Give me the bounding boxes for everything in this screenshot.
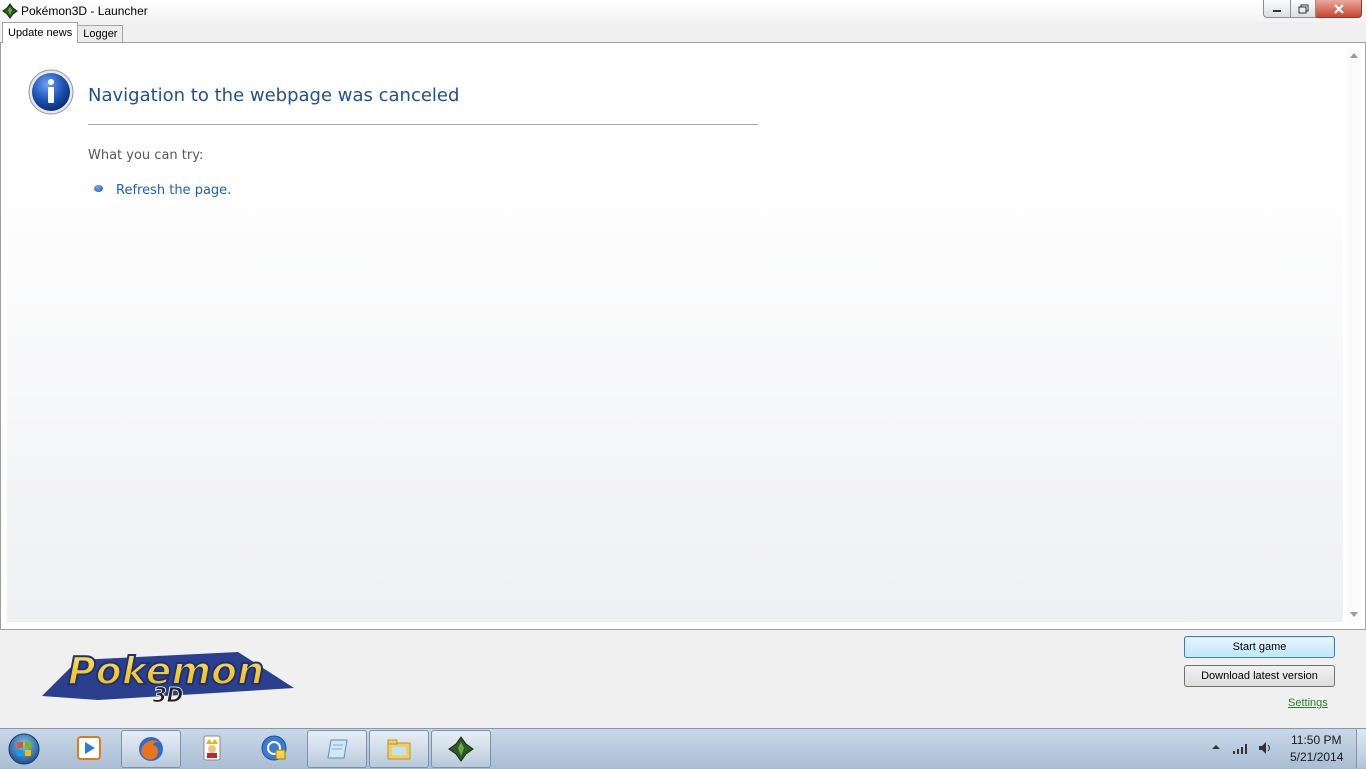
tab-update-news[interactable]: Update news bbox=[2, 22, 79, 43]
firefox-icon bbox=[139, 737, 163, 761]
file-explorer-icon bbox=[387, 739, 411, 760]
taskbar bbox=[0, 728, 1366, 769]
restore-button[interactable] bbox=[1291, 0, 1316, 18]
volume-icon[interactable] bbox=[1257, 740, 1273, 756]
close-button[interactable] bbox=[1316, 0, 1362, 18]
notepad-icon bbox=[327, 739, 348, 759]
tab-logger[interactable]: Logger bbox=[77, 25, 124, 43]
taskbar-notepad[interactable] bbox=[307, 730, 367, 768]
restore-icon bbox=[1298, 4, 1308, 13]
taskbar-pokemon3d[interactable] bbox=[431, 730, 491, 768]
window-title: Pokémon3D - Launcher bbox=[21, 4, 148, 18]
close-icon bbox=[1333, 3, 1344, 14]
pokemon-3d-logo: Pokemon 3D bbox=[42, 648, 294, 706]
try-label: What you can try: bbox=[88, 148, 204, 163]
taskbar-file-explorer[interactable] bbox=[369, 730, 429, 768]
tab-strip: Update news Logger bbox=[2, 22, 124, 43]
minimize-icon bbox=[1273, 9, 1281, 12]
logo-3d: 3D bbox=[153, 683, 184, 706]
scroll-down-icon[interactable] bbox=[1350, 612, 1358, 617]
start-button[interactable] bbox=[6, 732, 42, 766]
vertical-scrollbar[interactable] bbox=[1347, 48, 1361, 622]
bullet-icon bbox=[94, 185, 103, 192]
network-signal-icon[interactable] bbox=[1232, 741, 1250, 755]
scroll-up-icon[interactable] bbox=[1350, 53, 1358, 58]
heading-divider bbox=[88, 124, 758, 125]
taskbar-media-player[interactable] bbox=[60, 730, 118, 766]
info-icon bbox=[28, 69, 74, 115]
download-latest-version-button[interactable]: Download latest version bbox=[1184, 665, 1335, 687]
show-desktop-button[interactable] bbox=[1356, 729, 1366, 768]
taskbar-card-game[interactable] bbox=[183, 730, 241, 766]
refresh-page-link[interactable]: Refresh the page. bbox=[116, 183, 231, 198]
pokemon3d-icon bbox=[448, 736, 474, 762]
show-hidden-icons-icon[interactable] bbox=[1211, 742, 1221, 752]
taskbar-network-center[interactable] bbox=[245, 730, 303, 766]
update-news-panel: Navigation to the webpage was canceled W… bbox=[0, 42, 1366, 630]
error-heading: Navigation to the webpage was canceled bbox=[88, 85, 460, 106]
minimize-button[interactable] bbox=[1263, 0, 1291, 18]
clock-date[interactable]: 5/21/2014 bbox=[1290, 750, 1343, 764]
media-player-icon bbox=[77, 736, 101, 760]
title-bar: Pokémon3D - Launcher bbox=[0, 0, 1366, 22]
king-card-icon bbox=[203, 735, 221, 761]
pokemon3d-app-icon bbox=[2, 3, 18, 19]
settings-link[interactable]: Settings bbox=[1288, 697, 1328, 709]
network-center-icon bbox=[261, 735, 287, 761]
clock-time[interactable]: 11:50 PM bbox=[1291, 733, 1341, 747]
taskbar-firefox[interactable] bbox=[121, 730, 181, 768]
web-browser: Navigation to the webpage was canceled W… bbox=[7, 48, 1343, 622]
start-game-button[interactable]: Start game bbox=[1184, 636, 1335, 658]
